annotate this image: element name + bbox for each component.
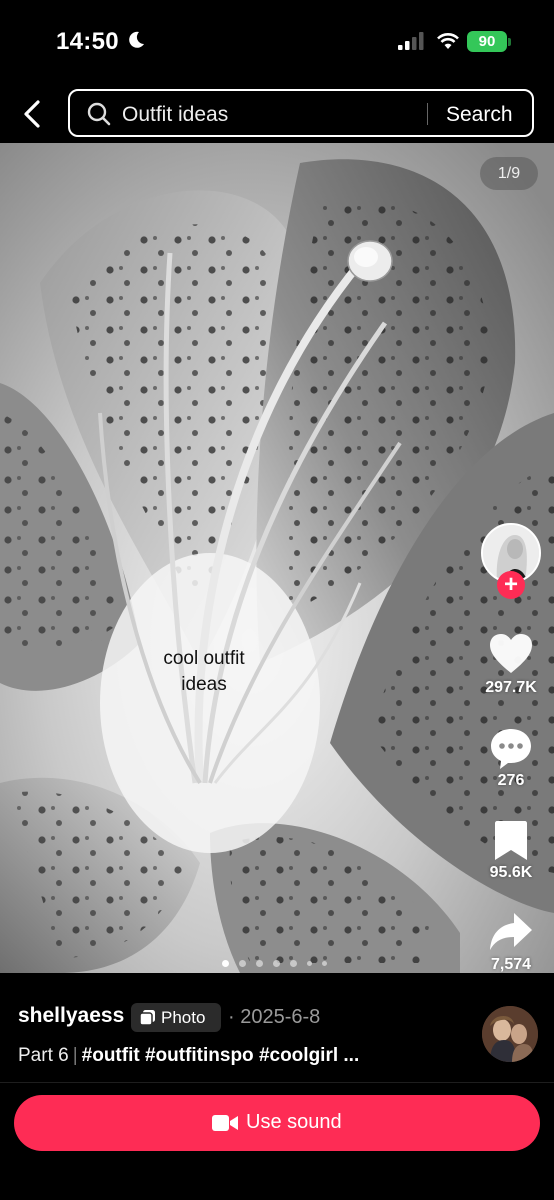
carousel-dot[interactable] xyxy=(256,960,263,967)
like-count: 297.7K xyxy=(485,679,537,696)
follow-button[interactable]: + xyxy=(497,571,525,599)
signal-icon xyxy=(398,32,424,50)
save-count: 95.6K xyxy=(489,864,533,881)
carousel-dot[interactable] xyxy=(322,961,327,966)
search-button[interactable]: Search xyxy=(446,103,513,127)
carousel-dot[interactable] xyxy=(290,960,297,967)
comment-count: 276 xyxy=(497,772,525,789)
video-camera-icon xyxy=(212,1115,238,1131)
battery-indicator: 90 xyxy=(467,31,507,52)
bookmark-icon[interactable] xyxy=(488,818,534,864)
carousel-dot[interactable] xyxy=(273,960,280,967)
lily-photo xyxy=(0,143,554,973)
photo-badge: Photo xyxy=(131,1003,221,1032)
back-icon[interactable] xyxy=(16,96,50,132)
carousel-dot[interactable] xyxy=(222,960,229,967)
sound-avatar-image xyxy=(482,1006,538,1062)
caption-line-2: ideas xyxy=(181,674,227,695)
post-photo[interactable] xyxy=(0,143,554,973)
search-icon xyxy=(87,102,111,126)
status-bar: 14:50 90 xyxy=(0,0,554,84)
photo-caption-overlay: cool outfit ideas xyxy=(130,646,278,698)
comment-icon[interactable] xyxy=(488,726,534,772)
share-count: 7,574 xyxy=(490,956,532,973)
post-date: · 2025-6-8 xyxy=(228,1006,321,1028)
description-text: Part 6 xyxy=(18,1045,69,1066)
sound-avatar[interactable] xyxy=(482,1006,538,1062)
search-divider xyxy=(427,103,428,125)
bottom-safe-area xyxy=(0,1160,554,1200)
use-sound-button[interactable]: Use sound xyxy=(14,1095,540,1151)
use-sound-label: Use sound xyxy=(246,1111,342,1133)
search-input[interactable]: Outfit ideas xyxy=(122,103,228,127)
wifi-icon xyxy=(437,33,459,49)
heart-icon[interactable] xyxy=(488,632,534,678)
moon-icon xyxy=(129,31,144,48)
slide-counter: 1/9 xyxy=(480,157,538,190)
carousel-dot[interactable] xyxy=(239,960,246,967)
post-description[interactable]: Part 6 | #outfit #outfitinspo #coolgirl ..… xyxy=(18,1045,359,1067)
description-separator: | xyxy=(72,1045,78,1066)
share-icon[interactable] xyxy=(488,910,534,956)
battery-tip xyxy=(508,38,511,46)
photo-badge-label: Photo xyxy=(161,1008,206,1027)
photo-icon xyxy=(139,1010,155,1026)
search-bar[interactable]: Outfit ideas Search xyxy=(68,89,534,137)
caption-line-1: cool outfit xyxy=(163,648,245,669)
carousel-dot[interactable] xyxy=(307,961,312,966)
author-username[interactable]: shellyaess xyxy=(18,1004,124,1028)
status-time: 14:50 xyxy=(56,28,119,55)
hashtags[interactable]: #outfit #outfitinspo #coolgirl ... xyxy=(82,1045,360,1066)
divider xyxy=(0,1082,554,1083)
